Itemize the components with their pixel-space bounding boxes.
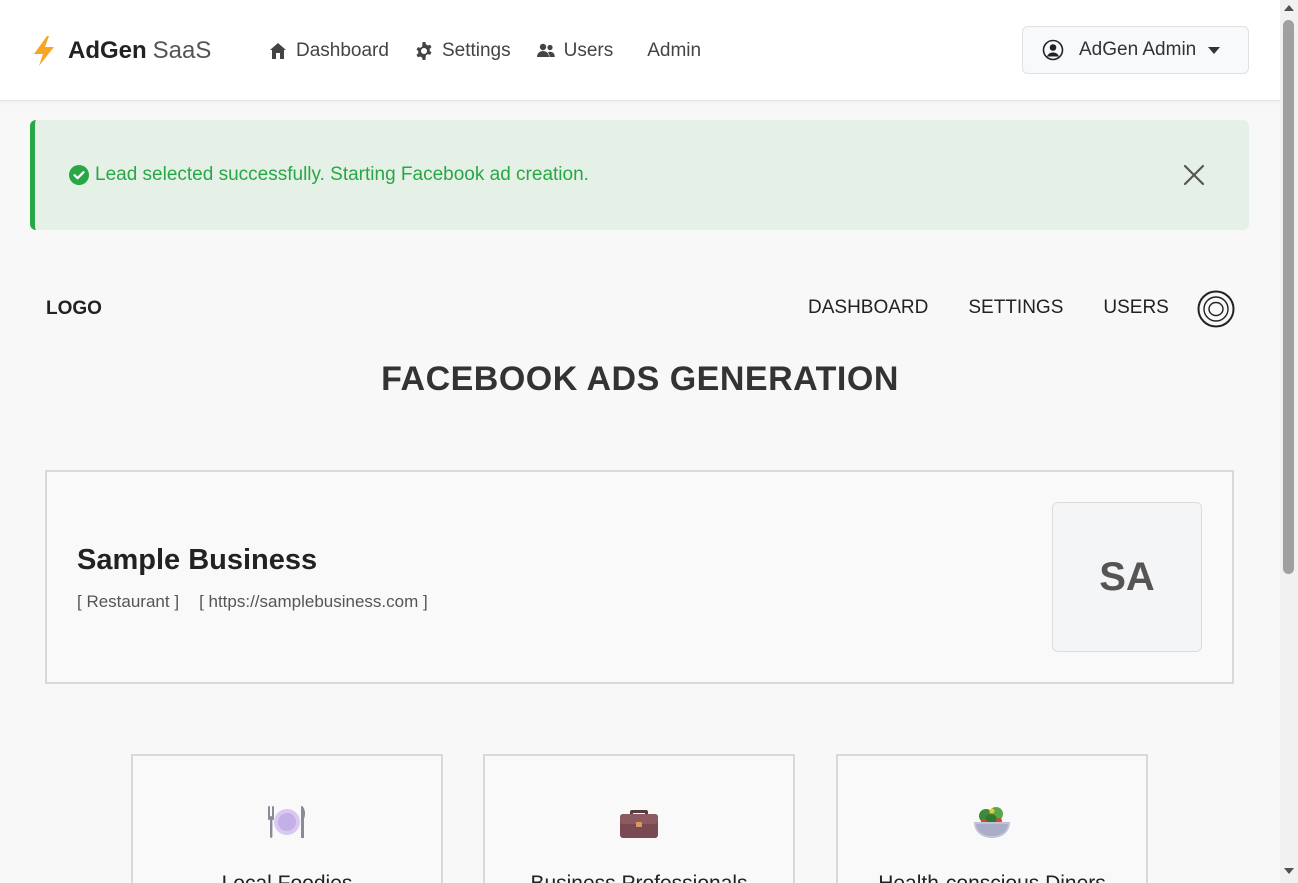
nav-settings-label: Settings (441, 40, 511, 61)
business-name: Sample Business (77, 544, 318, 576)
profile-icon[interactable] (1197, 290, 1235, 328)
page-title: FACEBOOK ADS GENERATION (381, 360, 899, 398)
business-website[interactable]: [ https://samplebusiness.com ] (199, 592, 428, 612)
business-card: Sample Business [ Restaurant ] [ https:/… (45, 470, 1234, 684)
top-navbar: AdGen SaaS Dashboard Settings Users Admi… (0, 0, 1280, 101)
page-scrollbar[interactable] (1280, 0, 1298, 883)
lightning-bolt-icon (34, 36, 54, 66)
inner-nav-settings[interactable]: SETTINGS (968, 297, 1063, 319)
scrollbar-thumb[interactable] (1283, 20, 1294, 574)
nav-admin-label: Admin (647, 40, 702, 61)
caret-down-icon (1208, 46, 1221, 54)
salad-icon (974, 807, 1010, 838)
check-circle-icon (69, 165, 89, 185)
scroll-down-arrow-icon[interactable] (1284, 868, 1294, 874)
inner-nav: DASHBOARD SETTINGS USERS (808, 297, 1209, 319)
nav-dashboard[interactable]: Dashboard (268, 40, 389, 62)
audience-title: Health-conscious Diners (838, 872, 1146, 883)
scroll-up-arrow-icon[interactable] (1284, 5, 1294, 11)
main-nav: Dashboard Settings Users Admin (268, 38, 726, 64)
nav-users-label: Users (563, 40, 614, 61)
audience-card-local-foodies[interactable]: Local Foodies (131, 754, 443, 883)
alert-message: Lead selected successfully. Starting Fac… (95, 164, 589, 185)
users-icon (536, 43, 555, 57)
brand-suffix: SaaS (152, 37, 212, 64)
brand-name: AdGen (68, 37, 147, 64)
business-category: [ Restaurant ] (77, 592, 180, 611)
nav-users[interactable]: Users (536, 40, 614, 62)
home-icon (270, 43, 286, 59)
business-meta: [ Restaurant ] [ https://samplebusiness.… (77, 592, 428, 612)
success-alert: Lead selected successfully. Starting Fac… (30, 120, 1249, 230)
briefcase-icon (620, 810, 658, 838)
inner-nav-dashboard[interactable]: DASHBOARD (808, 297, 928, 319)
inner-nav-users[interactable]: USERS (1103, 297, 1168, 319)
audience-title: Business Professionals (485, 872, 793, 883)
business-avatar: SA (1052, 502, 1202, 652)
gear-icon (416, 42, 432, 60)
user-menu-button[interactable]: AdGen Admin (1022, 26, 1249, 74)
nav-dashboard-label: Dashboard (296, 40, 389, 61)
user-circle-icon (1042, 39, 1064, 61)
audience-card-health-conscious-diners[interactable]: Health-conscious Diners (836, 754, 1148, 883)
brand-logo[interactable]: AdGen SaaS (30, 34, 211, 68)
nav-settings[interactable]: Settings (414, 40, 511, 62)
audience-title: Local Foodies (133, 872, 441, 883)
user-menu-label: AdGen Admin (1079, 39, 1197, 60)
audience-card-business-professionals[interactable]: Business Professionals (483, 754, 795, 883)
nav-admin[interactable]: Admin (647, 40, 701, 62)
inner-logo[interactable]: LOGO (46, 298, 102, 320)
close-icon[interactable] (1183, 164, 1205, 186)
plate-icon (268, 806, 306, 838)
